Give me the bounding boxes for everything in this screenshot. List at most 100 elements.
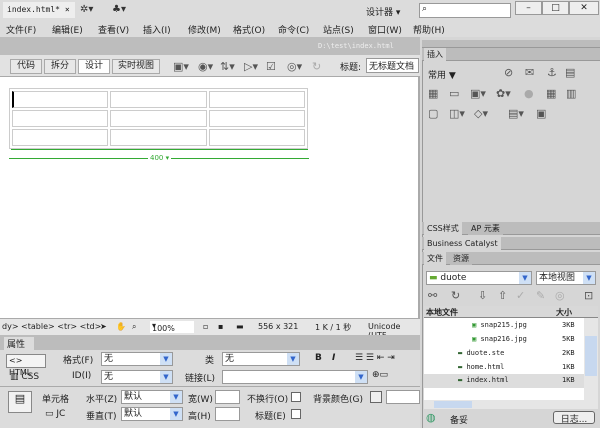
site-icon[interactable]: ♣▾	[112, 4, 126, 15]
table-cell[interactable]	[110, 91, 207, 108]
table-cell[interactable]	[110, 110, 207, 127]
widget-icon[interactable]: ●	[524, 87, 534, 100]
menu-modify[interactable]: 修改(M)	[188, 23, 221, 36]
menu-window[interactable]: 窗口(W)	[368, 23, 402, 36]
horizontal-scrollbar[interactable]	[424, 400, 598, 409]
list-buttons-icon[interactable]: ☰ ☰ ⇤ ⇥	[355, 353, 395, 363]
bgcolor-swatch[interactable]	[370, 391, 382, 403]
css-mode-button[interactable]: ▥ CSS	[10, 372, 39, 382]
insert-category-select[interactable]: 常用 ▼	[428, 68, 456, 81]
sync-icon[interactable]: ◎	[555, 289, 565, 302]
view-select[interactable]: 本地视图 ▼	[536, 271, 596, 285]
table-cell[interactable]	[12, 91, 109, 108]
menu-insert[interactable]: 插入(I)	[143, 23, 171, 36]
layout-table[interactable]	[9, 88, 308, 149]
refresh-icon[interactable]: ↻	[312, 60, 321, 73]
list-item[interactable]: ▣ snap216.jpg 5KB	[472, 335, 575, 343]
media-icon[interactable]: ✿▾	[496, 87, 511, 100]
expand-icon[interactable]: ⊡	[584, 289, 593, 302]
check-in-icon[interactable]: ✎	[536, 289, 545, 302]
table-cell[interactable]	[12, 110, 109, 127]
tag-chooser-icon[interactable]: ▣	[536, 107, 546, 120]
split-view-button[interactable]: 拆分	[44, 59, 76, 74]
file-management-icon[interactable]: ⇅▾	[220, 60, 235, 73]
close-tab-icon[interactable]: ×	[65, 5, 70, 14]
list-item[interactable]: ▣ snap215.jpg 3KB	[472, 321, 575, 329]
menu-format[interactable]: 格式(O)	[233, 23, 265, 36]
table-cell[interactable]	[110, 129, 207, 146]
browser-preview-icon[interactable]: ◉▾	[198, 60, 213, 73]
menu-file[interactable]: 文件(F)	[6, 23, 36, 36]
window-size[interactable]: 556 x 321	[258, 322, 298, 331]
table-cell[interactable]	[208, 91, 305, 108]
check-browser-icon[interactable]: ☑	[266, 60, 276, 73]
horizontal-rule-icon[interactable]: ▤	[565, 66, 575, 79]
document-tab[interactable]: index.html* ×	[3, 2, 75, 18]
menu-commands[interactable]: 命令(C)	[278, 23, 309, 36]
table-cell[interactable]	[208, 129, 305, 146]
files-tab[interactable]: 文件	[424, 252, 446, 265]
properties-tab[interactable]: 属性	[4, 337, 34, 350]
ap-elements-tab[interactable]: AP 元素	[468, 222, 503, 235]
maximize-button[interactable]: □	[542, 1, 569, 15]
close-button[interactable]: ✕	[569, 1, 599, 15]
table-icon[interactable]: ▦	[428, 87, 438, 100]
list-item[interactable]: ▬ home.html 1KB	[458, 363, 575, 371]
menu-edit[interactable]: 编辑(E)	[52, 23, 83, 36]
scrollbar-thumb[interactable]	[434, 401, 472, 408]
class-select[interactable]: 无 ▼	[222, 352, 300, 366]
pointer-tool-icon[interactable]: ➤	[100, 322, 107, 331]
business-catalyst-tab[interactable]: Business Catalyst	[424, 237, 501, 250]
horz-select[interactable]: 默认 ▼	[121, 390, 183, 404]
height-input[interactable]	[215, 407, 240, 421]
search-input[interactable]: ⌕	[419, 3, 511, 18]
width-input[interactable]	[215, 390, 240, 404]
desktop-size-icon[interactable]: ▬	[236, 322, 244, 331]
zoom-select[interactable]: 100% ▾	[150, 321, 194, 333]
design-view-button[interactable]: 设计	[78, 59, 110, 74]
html-mode-button[interactable]: <> HTML	[6, 354, 46, 377]
mobile-size-icon[interactable]: ▫	[203, 322, 208, 331]
assets-tab[interactable]: 资源	[450, 252, 472, 265]
italic-button[interactable]: I	[332, 353, 335, 363]
insert-tab[interactable]: 插入	[424, 48, 446, 61]
get-files-icon[interactable]: ⇩	[478, 289, 487, 302]
put-files-icon[interactable]: ⇧	[498, 289, 507, 302]
vertical-scrollbar[interactable]	[584, 318, 598, 400]
w3c-validation-icon[interactable]: ▷▾	[244, 60, 258, 73]
live-view-button[interactable]: 实时视图	[112, 59, 160, 74]
merge-cells-button[interactable]: ▭ JC	[45, 409, 65, 419]
menu-help[interactable]: 帮助(H)	[413, 23, 445, 36]
named-anchor-icon[interactable]: ⚓	[547, 66, 557, 79]
site-select[interactable]: ▬ duote ▼	[426, 271, 532, 285]
gear-icon[interactable]: ✲▾	[80, 4, 93, 15]
script-icon[interactable]: ◇▾	[474, 107, 488, 120]
log-button[interactable]: 日志...	[553, 411, 595, 425]
workspace-switcher[interactable]: 设计器 ▾	[366, 5, 400, 18]
column-size[interactable]: 大小	[556, 307, 572, 318]
list-item[interactable]: ▬ duote.ste 2KB	[458, 349, 575, 357]
div-icon[interactable]: ▭	[449, 87, 459, 100]
list-item[interactable]: ▬ index.html 1KB	[458, 376, 575, 384]
header-checkbox[interactable]	[291, 409, 301, 419]
minimize-button[interactable]: –	[515, 1, 542, 15]
check-out-icon[interactable]: ✓	[516, 289, 525, 302]
table-cell[interactable]	[208, 110, 305, 127]
scrollbar-thumb[interactable]	[585, 336, 597, 376]
format-select[interactable]: 无 ▼	[101, 352, 173, 366]
link-input[interactable]: ▼	[222, 370, 368, 384]
bold-button[interactable]: B	[315, 353, 322, 363]
connect-icon[interactable]: ⚯	[428, 289, 437, 302]
zoom-tool-icon[interactable]: ⌕	[132, 322, 136, 332]
table-width-label[interactable]: 400 ▾	[148, 154, 172, 162]
refresh-icon[interactable]: ↻	[451, 289, 460, 302]
templates-icon[interactable]: ▤▾	[508, 107, 524, 120]
email-link-icon[interactable]: ✉	[525, 66, 534, 79]
nowrap-checkbox[interactable]	[291, 392, 301, 402]
id-select[interactable]: 无 ▼	[101, 370, 173, 384]
tablet-size-icon[interactable]: ▪	[218, 322, 223, 331]
table-cell[interactable]	[12, 129, 109, 146]
comment-icon[interactable]: ▢	[428, 107, 438, 120]
menu-site[interactable]: 站点(S)	[323, 23, 354, 36]
css-styles-tab[interactable]: CSS样式	[424, 222, 462, 235]
